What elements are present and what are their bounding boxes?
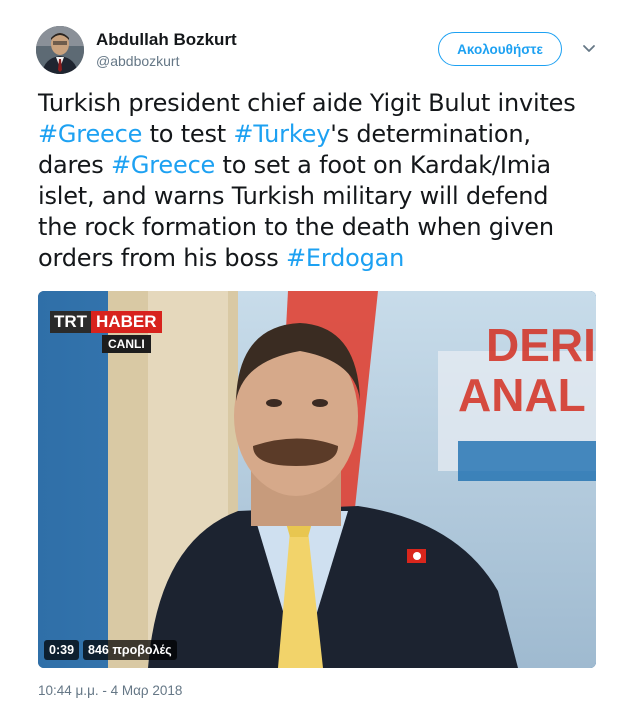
tweet-text-segment: 's determination, <box>330 120 531 148</box>
video-player[interactable]: DERIN ANAL TRT HABER CANLI 0:39 846 προβ… <box>38 291 596 668</box>
tweet-text-segment: Turkish president chief aide Yigit Bulut… <box>38 89 576 117</box>
profile-photo-icon <box>36 26 84 74</box>
background-text-2: ANAL <box>458 369 586 421</box>
tweet-text-segment: to set a foot on Kardak/Imia <box>215 151 552 179</box>
chevron-down-icon[interactable] <box>582 42 596 56</box>
video-views: 846 προβολές <box>83 640 177 660</box>
tweet-text-segment: to test <box>142 120 234 148</box>
tweet-text-segment: the rock formation to the death when giv… <box>38 213 554 241</box>
live-badge: CANLI <box>102 335 151 353</box>
tweet-line: islet, and warns Turkish military will d… <box>38 181 608 212</box>
author-name[interactable]: Abdullah Bozkurt <box>96 30 237 50</box>
channel-logo: TRT HABER CANLI <box>50 311 162 353</box>
follow-button[interactable]: Ακολουθήστε <box>438 32 562 66</box>
hashtag-link[interactable]: #Greece <box>111 151 215 179</box>
tweet-line: dares #Greece to set a foot on Kardak/Im… <box>38 150 608 181</box>
hashtag-link[interactable]: #Greece <box>38 120 142 148</box>
hashtag-link[interactable]: #Erdogan <box>286 244 404 272</box>
tweet-line: orders from his boss #Erdogan <box>38 243 608 274</box>
channel-trt: TRT <box>50 311 92 333</box>
channel-haber: HABER <box>91 311 162 333</box>
background-text: DERIN <box>486 319 596 371</box>
video-badges: 0:39 846 προβολές <box>44 640 181 660</box>
tweet-text-segment: dares <box>38 151 111 179</box>
author-handle[interactable]: @abdbozkurt <box>96 53 179 69</box>
tweet-text-segment: islet, and warns Turkish military will d… <box>38 182 549 210</box>
tweet-text-segment: orders from his boss <box>38 244 286 272</box>
tweet-line: #Greece to test #Turkey's determination, <box>38 119 608 150</box>
hashtag-link[interactable]: #Turkey <box>233 120 330 148</box>
tweet-line: the rock formation to the death when giv… <box>38 212 608 243</box>
tweet-line: Turkish president chief aide Yigit Bulut… <box>38 88 608 119</box>
avatar[interactable] <box>36 26 84 74</box>
video-duration: 0:39 <box>44 640 80 660</box>
tweet-timestamp[interactable]: 10:44 μ.μ. - 4 Μαρ 2018 <box>38 683 182 698</box>
tweet-text: Turkish president chief aide Yigit Bulut… <box>38 88 608 274</box>
